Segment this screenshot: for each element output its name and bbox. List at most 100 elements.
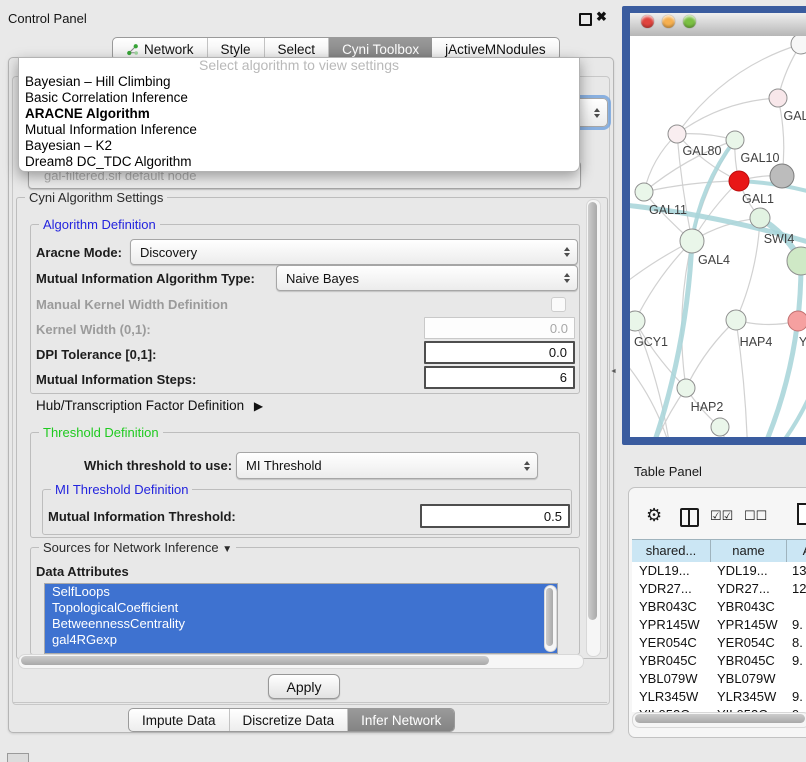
node-label: HAP2	[691, 400, 724, 414]
network-node[interactable]	[769, 89, 787, 107]
tab-label: Style	[221, 42, 251, 57]
network-canvas[interactable]: GALGAL80GAL10GAL1GAL11SWI4GAL4GCY1HAP4YH…	[630, 36, 806, 437]
column-header[interactable]: shared...	[632, 540, 711, 563]
aracne-mode-combo[interactable]: Discovery	[130, 239, 578, 265]
network-node[interactable]	[787, 247, 806, 275]
data-attribute-item[interactable]: SelfLoops	[45, 584, 557, 600]
network-edge	[736, 218, 760, 320]
mi-threshold-label: Mutual Information Threshold:	[48, 509, 236, 524]
network-node[interactable]	[791, 36, 806, 54]
mi-steps-field[interactable]: 6	[424, 366, 575, 389]
network-node[interactable]	[729, 171, 749, 191]
settings-horizontal-scrollbar[interactable]	[18, 654, 584, 669]
data-attribute-item[interactable]: TopologicalCoefficient	[45, 600, 557, 616]
table-row[interactable]: YPR145WYPR145W9.	[632, 616, 806, 634]
tab-discretize-data[interactable]: Discretize Data	[230, 709, 349, 731]
panel-title: Control Panel	[8, 11, 87, 26]
hide-columns-icon[interactable]: ☐☐	[744, 508, 767, 524]
columns-icon[interactable]	[680, 508, 699, 527]
dpi-tolerance-field[interactable]: 0.0	[424, 341, 575, 364]
network-edge	[686, 320, 736, 388]
expander-arrow-icon: ▶	[254, 399, 263, 413]
table-row[interactable]: YDL19...YDL19...13	[632, 562, 806, 580]
mi-threshold-field[interactable]: 0.5	[420, 504, 570, 528]
export-table-icon[interactable]	[796, 502, 806, 526]
table-cell: YER054C	[632, 634, 710, 652]
node-label: HAP4	[740, 335, 773, 349]
mi-type-combo[interactable]: Naive Bayes	[276, 265, 578, 291]
network-node[interactable]	[726, 131, 744, 149]
network-node[interactable]	[788, 311, 806, 331]
table-cell: YBR043C	[710, 598, 785, 616]
table-row[interactable]: YBR043CYBR043C	[632, 598, 806, 616]
show-columns-icon[interactable]: ☑☑	[710, 508, 733, 524]
node-label: GAL	[783, 109, 806, 123]
tab-label: Network	[144, 42, 194, 57]
table-cell: YBL079W	[710, 670, 785, 688]
node-label: GAL4	[698, 253, 730, 267]
algorithm-option[interactable]: Basic Correlation Inference	[19, 90, 579, 106]
column-header[interactable]: name	[711, 540, 787, 563]
float-panel-icon[interactable]	[579, 13, 592, 26]
network-node[interactable]	[770, 164, 794, 188]
tab-label: Discretize Data	[243, 713, 335, 728]
combo-arrows-icon	[564, 273, 570, 283]
table-cell: 9.	[785, 688, 806, 706]
network-edge	[644, 181, 739, 192]
tab-label: Infer Network	[361, 713, 441, 728]
table-row[interactable]: YBR045CYBR045C9.	[632, 652, 806, 670]
network-node[interactable]	[680, 229, 704, 253]
algorithm-option[interactable]: Mutual Information Inference	[19, 122, 579, 138]
algorithm-option[interactable]: Bayesian – Hill Climbing	[19, 74, 579, 90]
cyni-mode-tabs: Impute Data Discretize Data Infer Network	[128, 708, 455, 732]
column-header[interactable]: A	[787, 540, 806, 563]
algorithm-option[interactable]: Bayesian – K2	[19, 138, 579, 154]
data-attribute-item[interactable]: gal4RGexp	[45, 632, 557, 648]
table-row[interactable]: YBL079WYBL079W	[632, 670, 806, 688]
settings-vertical-scrollbar[interactable]	[586, 199, 601, 657]
table-row[interactable]: YDR27...YDR27...12	[632, 580, 806, 598]
network-node[interactable]	[635, 183, 653, 201]
threshold-definition-title: Threshold Definition	[39, 425, 163, 440]
close-panel-icon[interactable]: ✖	[596, 9, 607, 25]
tab-impute-data[interactable]: Impute Data	[129, 709, 230, 731]
palette-icon[interactable]	[7, 753, 29, 762]
table-cell: 13	[785, 562, 806, 580]
network-node[interactable]	[677, 379, 695, 397]
apply-button[interactable]: Apply	[268, 674, 340, 699]
attribute-list-scrollbar[interactable]	[544, 585, 557, 652]
mi-type-value: Naive Bayes	[286, 271, 359, 286]
network-window-titlebar[interactable]	[630, 13, 806, 37]
kernel-width-field[interactable]: 0.0	[424, 317, 575, 339]
table-cell: 12	[785, 580, 806, 598]
data-attribute-item[interactable]: BetweennessCentrality	[45, 616, 557, 632]
table-row[interactable]: YLR345WYLR345W9.	[632, 688, 806, 706]
network-node[interactable]	[711, 418, 729, 436]
close-window-icon[interactable]	[641, 15, 654, 28]
splitter-collapse-icon[interactable]: ◄	[610, 368, 617, 375]
table-panel-title: Table Panel	[634, 464, 702, 479]
tab-infer-network[interactable]: Infer Network	[348, 709, 454, 731]
network-node[interactable]	[630, 311, 645, 331]
mi-threshold-group-title: MI Threshold Definition	[51, 482, 192, 497]
network-node[interactable]	[668, 125, 686, 143]
table-row[interactable]: YER054CYER054C8.	[632, 634, 806, 652]
tab-label: Select	[278, 42, 316, 57]
node-label: GCY1	[634, 335, 668, 349]
gear-icon[interactable]: ⚙	[646, 505, 662, 526]
which-threshold-combo[interactable]: MI Threshold	[236, 452, 538, 479]
algorithm-option[interactable]: Dream8 DC_TDC Algorithm	[19, 154, 579, 170]
algorithm-option[interactable]: ARACNE Algorithm	[19, 106, 579, 122]
settings-group-title: Cyni Algorithm Settings	[25, 190, 167, 205]
minimize-window-icon[interactable]	[662, 15, 675, 28]
network-node[interactable]	[726, 310, 746, 330]
sources-group-title[interactable]: Sources for Network Inference ▼	[39, 540, 236, 555]
network-node[interactable]	[750, 208, 770, 228]
manual-kernel-checkbox[interactable]	[551, 297, 566, 312]
zoom-window-icon[interactable]	[683, 15, 696, 28]
table-header[interactable]: shared...nameA	[632, 539, 806, 564]
combo-arrows-icon	[524, 461, 530, 471]
table-cell: YBR045C	[632, 652, 710, 670]
table-horizontal-scrollbar[interactable]	[632, 712, 806, 728]
hub-definition-expander[interactable]: Hub/Transcription Factor Definition ▶	[36, 398, 263, 413]
